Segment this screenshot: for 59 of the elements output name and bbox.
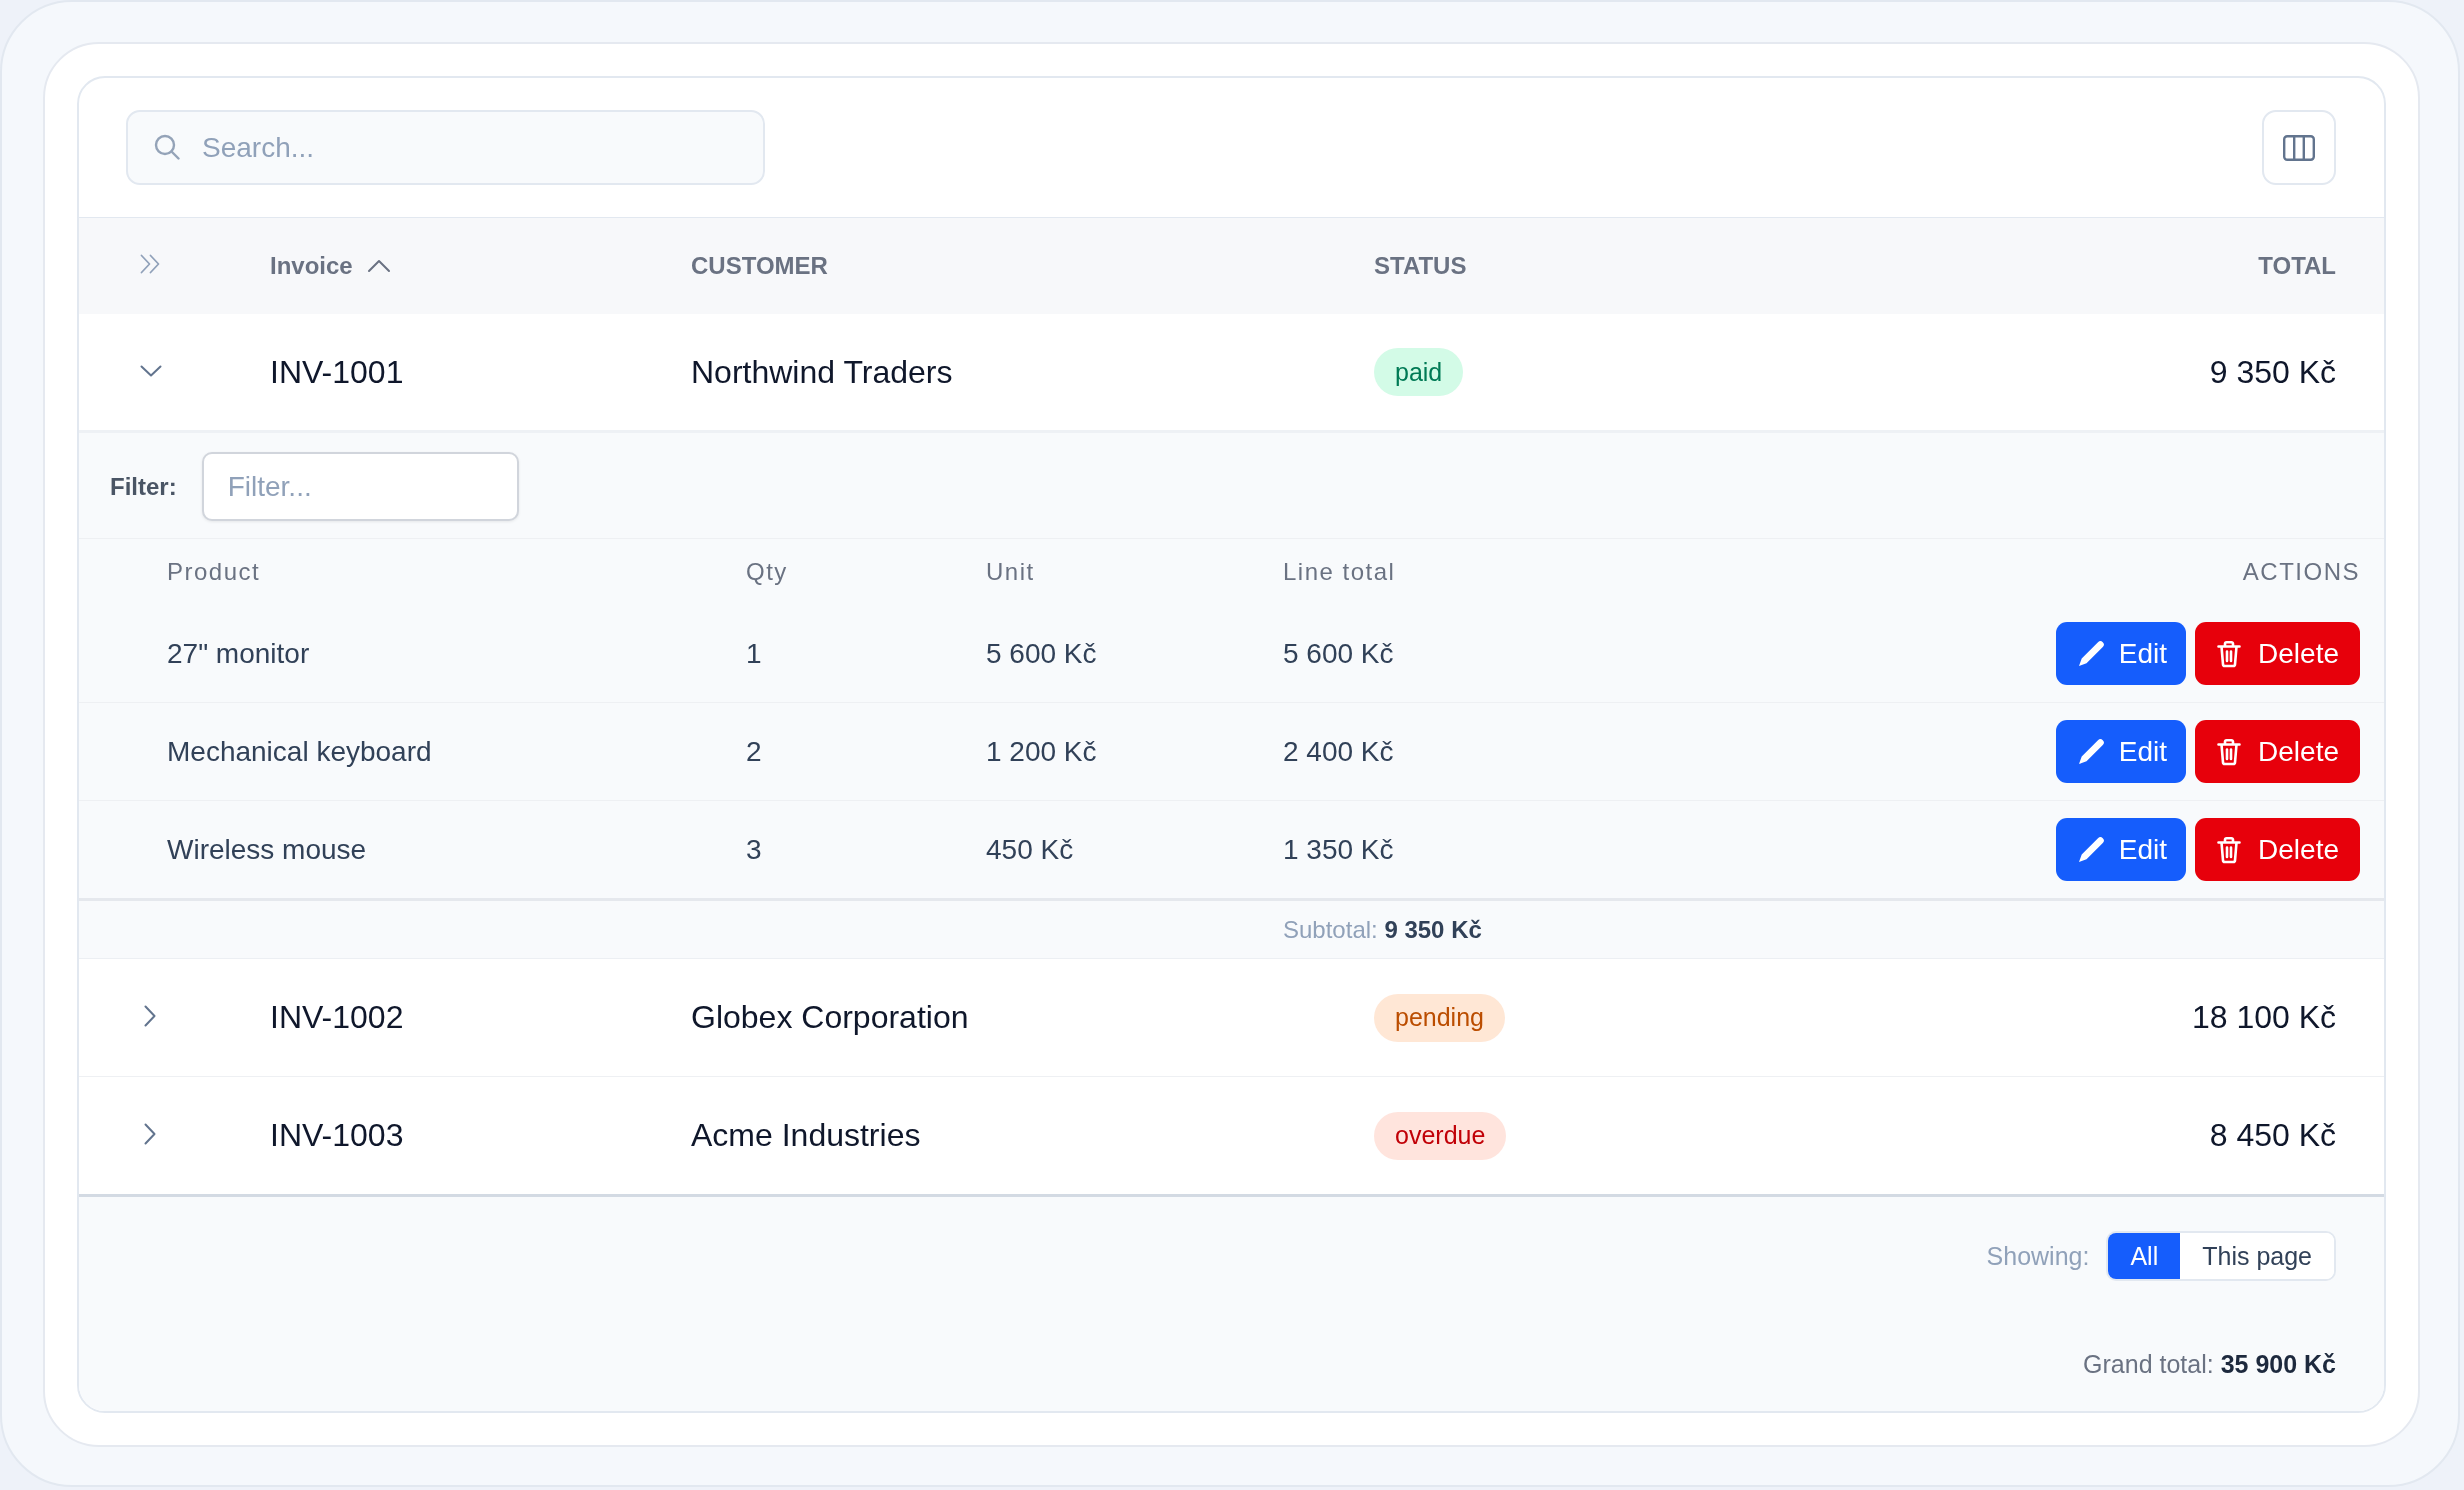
showing-label: Showing: [1986,1241,2090,1271]
table-cell-text: Northwind Traders [691,353,954,391]
table-cell-text: 2 [746,735,763,768]
column-header: STATUS [1374,252,1468,280]
table-cell-text: Globex Corporation [691,999,970,1036]
column-header: Unit [986,558,1036,586]
delete-button[interactable]: Delete [2195,622,2360,685]
column-header: Line total [1283,558,1397,586]
trash-icon [2217,737,2242,766]
column-header[interactable]: Invoice [270,252,391,280]
chevron-right-icon[interactable] [144,1122,156,1145]
columns-icon [2283,134,2315,161]
pencil-icon [2076,835,2105,864]
trash-icon [2217,639,2242,668]
subtotal-text: Subtotal: 9 350 Kč [1283,915,1482,944]
segment-option[interactable]: All [2108,1233,2181,1279]
table-cell: 9 350 Kč [2209,353,2336,391]
column-header: Product [167,558,262,586]
columns-button[interactable] [2262,110,2336,185]
table-cell-text: Mechanical keyboard [167,735,433,768]
pencil-icon [2076,737,2105,766]
table-cell-text: 1 [746,637,763,670]
edit-button[interactable]: Edit [2055,818,2187,881]
table-cell-text: 2 400 Kč [1283,735,1395,768]
table-cell-text: 1 350 Kč [1283,833,1395,866]
table-cell: 18 100 Kč [2191,999,2336,1036]
table-cell-text: 27" monitor [167,637,311,670]
column-header: TOTAL [2258,252,2336,280]
delete-button[interactable]: Delete [2195,720,2360,783]
status-badge: overdue [1374,1111,1507,1160]
table-cell-text: 3 [746,833,763,866]
table-cell-text: INV-1003 [270,1117,405,1154]
edit-button[interactable]: Edit [2055,622,2187,685]
status-badge: pending [1374,993,1505,1042]
double-chevron-icon[interactable] [140,254,161,274]
table-cell-text: INV-1001 [270,353,405,391]
filter-label: Filter: [110,472,177,501]
table-cell-text: 5 600 Kč [1283,637,1395,670]
table-cell-text: 5 600 Kč [986,637,1098,670]
column-header: CUSTOMER [691,252,829,280]
table-cell-text: INV-1002 [270,999,405,1036]
chevron-right-icon[interactable] [144,1004,156,1027]
delete-button[interactable]: Delete [2195,818,2360,881]
column-header: ACTIONS [2242,558,2360,586]
search-field[interactable]: Search... [126,110,765,185]
table-cell-text: 1 200 Kč [986,735,1098,768]
search-icon [154,134,180,160]
chevron-down-icon[interactable] [140,365,162,377]
column-header: Qty [746,558,789,586]
filter-field[interactable]: Filter... [201,452,519,521]
status-badge: paid [1374,348,1464,396]
table-cell-text: Acme Industries [691,1117,922,1154]
edit-button[interactable]: Edit [2055,720,2187,783]
table-cell-text: Wireless mouse [167,833,368,866]
table-cell: 8 450 Kč [2209,1117,2336,1154]
pencil-icon [2076,639,2105,668]
table-cell-text: 450 Kč [986,833,1075,866]
grand-total-text: Grand total: 35 900 Kč [2083,1350,2336,1378]
trash-icon [2217,835,2242,864]
